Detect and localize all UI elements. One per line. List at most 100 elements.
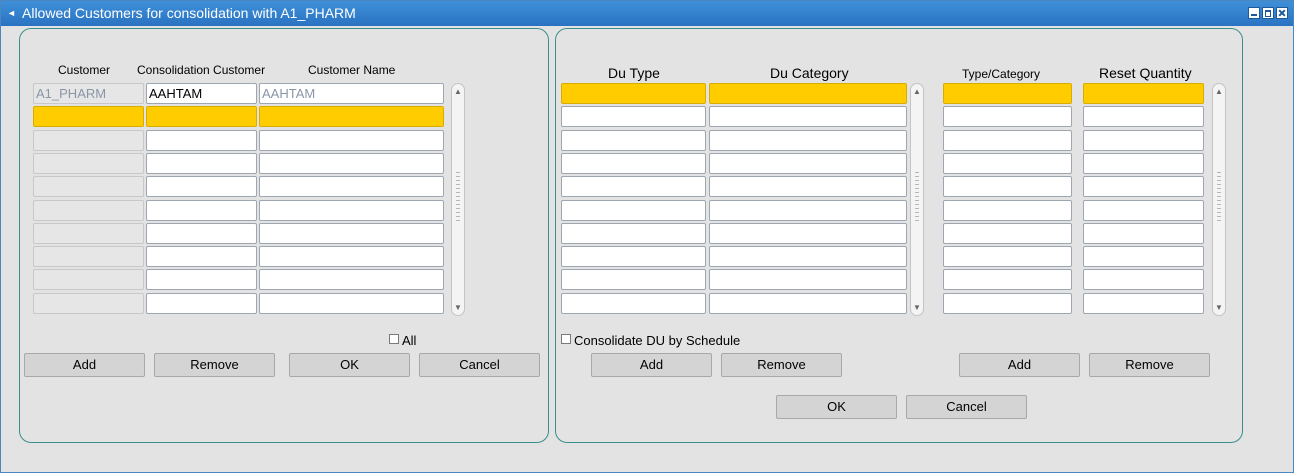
du-type-row-8-field[interactable] <box>561 246 706 267</box>
app-icon[interactable]: ◄ <box>7 8 18 19</box>
customer-row-1-customer-field[interactable]: A1_PHARM <box>33 83 144 104</box>
du-category-row-4-field[interactable] <box>709 153 907 174</box>
customer-row-1-consolidation-customer-field[interactable]: AAHTAM <box>146 83 257 104</box>
du-category-row-10-field[interactable] <box>709 293 907 314</box>
du-category-row-5-field[interactable] <box>709 176 907 197</box>
remove-du-button[interactable]: Remove <box>721 353 842 377</box>
du-scrollbar[interactable]: ▲ ▼ <box>910 83 924 316</box>
type-category-row-10-field[interactable] <box>943 293 1072 314</box>
close-icon[interactable] <box>1276 7 1288 19</box>
scroll-grip[interactable] <box>915 172 919 222</box>
ok-button[interactable]: OK <box>289 353 410 377</box>
customer-row-3-consolidation-customer-field[interactable] <box>146 130 257 151</box>
du-type-row-2-field[interactable] <box>561 106 706 127</box>
scroll-grip[interactable] <box>1217 172 1221 222</box>
customer-row-7-customer-field[interactable] <box>33 223 144 244</box>
customer-row-7-customer-name-field[interactable] <box>259 223 444 244</box>
du-category-row-3-field[interactable] <box>709 130 907 151</box>
scroll-down-icon[interactable]: ▼ <box>913 304 921 312</box>
remove-reset-button[interactable]: Remove <box>1089 353 1210 377</box>
scroll-up-icon[interactable]: ▲ <box>1215 88 1223 96</box>
scroll-up-icon[interactable]: ▲ <box>913 88 921 96</box>
du-category-row-8-field[interactable] <box>709 246 907 267</box>
customer-row-6-customer-field[interactable] <box>33 200 144 221</box>
add-customer-button[interactable]: Add <box>24 353 145 377</box>
customer-row-8-customer-name-field[interactable] <box>259 246 444 267</box>
customer-row-9-customer-name-field[interactable] <box>259 269 444 290</box>
customer-row-6-customer-name-field[interactable] <box>259 200 444 221</box>
du-type-row-1-field[interactable] <box>561 83 706 104</box>
customer-row-8-consolidation-customer-field[interactable] <box>146 246 257 267</box>
type-category-row-6-field[interactable] <box>943 200 1072 221</box>
reset-quantity-row-10-field[interactable] <box>1083 293 1204 314</box>
du-type-row-7-field[interactable] <box>561 223 706 244</box>
reset-quantity-row-2-field[interactable] <box>1083 106 1204 127</box>
type-category-row-9-field[interactable] <box>943 269 1072 290</box>
cancel-button[interactable]: Cancel <box>419 353 540 377</box>
customer-row-4-consolidation-customer-field[interactable] <box>146 153 257 174</box>
customer-row-10-customer-field[interactable] <box>33 293 144 314</box>
add-reset-button[interactable]: Add <box>959 353 1080 377</box>
customer-row-1-customer-name-field[interactable]: AAHTAM <box>259 83 444 104</box>
du-category-row-2-field[interactable] <box>709 106 907 127</box>
du-category-row-6-field[interactable] <box>709 200 907 221</box>
consolidate-du-checkbox[interactable] <box>561 334 571 344</box>
customer-row-10-customer-name-field[interactable] <box>259 293 444 314</box>
customer-row-4-customer-name-field[interactable] <box>259 153 444 174</box>
reset-quantity-row-5-field[interactable] <box>1083 176 1204 197</box>
du-type-row-9-field[interactable] <box>561 269 706 290</box>
type-category-row-2-field[interactable] <box>943 106 1072 127</box>
reset-quantity-row-3-field[interactable] <box>1083 130 1204 151</box>
customer-row-5-customer-name-field[interactable] <box>259 176 444 197</box>
du-type-row-4-field[interactable] <box>561 153 706 174</box>
add-du-button[interactable]: Add <box>591 353 712 377</box>
type-category-row-7-field[interactable] <box>943 223 1072 244</box>
customer-row-2-customer-field[interactable] <box>33 106 144 127</box>
consolidate-du-label: Consolidate DU by Schedule <box>574 333 741 348</box>
du-category-row-7-field[interactable] <box>709 223 907 244</box>
scroll-down-icon[interactable]: ▼ <box>1215 304 1223 312</box>
du-category-row-1-field[interactable] <box>709 83 907 104</box>
customer-row-10-consolidation-customer-field[interactable] <box>146 293 257 314</box>
du-category-row-9-field[interactable] <box>709 269 907 290</box>
du-cancel-button[interactable]: Cancel <box>906 395 1027 419</box>
title-bar[interactable]: ◄ Allowed Customers for consolidation wi… <box>1 1 1293 26</box>
customer-row-5-consolidation-customer-field[interactable] <box>146 176 257 197</box>
type-category-row-5-field[interactable] <box>943 176 1072 197</box>
scroll-grip[interactable] <box>456 172 460 222</box>
du-ok-button[interactable]: OK <box>776 395 897 419</box>
remove-customer-button[interactable]: Remove <box>154 353 275 377</box>
du-type-row-3-field[interactable] <box>561 130 706 151</box>
reset-scrollbar[interactable]: ▲ ▼ <box>1212 83 1226 316</box>
all-checkbox[interactable] <box>389 334 399 344</box>
type-category-row-1-field[interactable] <box>943 83 1072 104</box>
customer-row-9-customer-field[interactable] <box>33 269 144 290</box>
customer-row-2-consolidation-customer-field[interactable] <box>146 106 257 127</box>
type-category-row-3-field[interactable] <box>943 130 1072 151</box>
customer-row-6-consolidation-customer-field[interactable] <box>146 200 257 221</box>
customers-scrollbar[interactable]: ▲ ▼ <box>451 83 465 316</box>
type-category-row-4-field[interactable] <box>943 153 1072 174</box>
reset-quantity-row-9-field[interactable] <box>1083 269 1204 290</box>
du-type-row-5-field[interactable] <box>561 176 706 197</box>
customer-row-4-customer-field[interactable] <box>33 153 144 174</box>
scroll-down-icon[interactable]: ▼ <box>454 304 462 312</box>
customer-row-9-consolidation-customer-field[interactable] <box>146 269 257 290</box>
reset-quantity-row-8-field[interactable] <box>1083 246 1204 267</box>
reset-quantity-row-4-field[interactable] <box>1083 153 1204 174</box>
minimize-icon[interactable] <box>1248 7 1260 19</box>
customer-row-8-customer-field[interactable] <box>33 246 144 267</box>
maximize-icon[interactable] <box>1262 7 1274 19</box>
customer-row-2-customer-name-field[interactable] <box>259 106 444 127</box>
du-type-row-10-field[interactable] <box>561 293 706 314</box>
scroll-up-icon[interactable]: ▲ <box>454 88 462 96</box>
du-type-row-6-field[interactable] <box>561 200 706 221</box>
reset-quantity-row-7-field[interactable] <box>1083 223 1204 244</box>
customer-row-3-customer-field[interactable] <box>33 130 144 151</box>
customer-row-7-consolidation-customer-field[interactable] <box>146 223 257 244</box>
customer-row-3-customer-name-field[interactable] <box>259 130 444 151</box>
type-category-row-8-field[interactable] <box>943 246 1072 267</box>
customer-row-5-customer-field[interactable] <box>33 176 144 197</box>
reset-quantity-row-1-field[interactable] <box>1083 83 1204 104</box>
reset-quantity-row-6-field[interactable] <box>1083 200 1204 221</box>
